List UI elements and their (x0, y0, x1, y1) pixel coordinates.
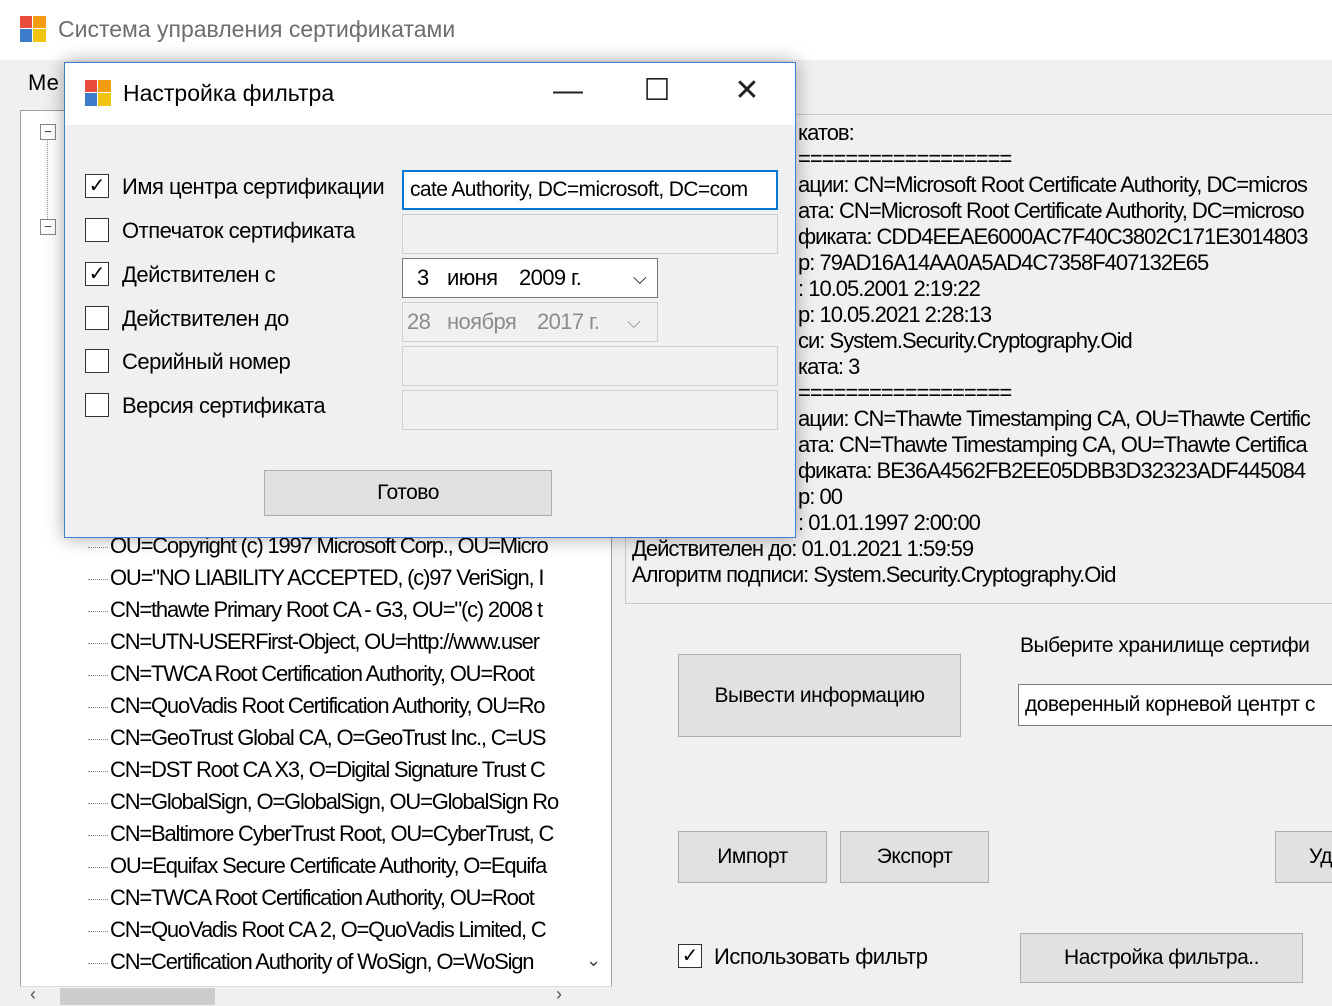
tree-item[interactable]: OU="NO LIABILITY ACCEPTED, (c)97 VeriSig… (88, 562, 544, 594)
info-line: : 10.05.2001 2:19:22 (798, 276, 981, 301)
use-filter-checkbox[interactable]: ✓ (678, 944, 702, 968)
info-line: ации: CN=Microsoft Root Certificate Auth… (798, 172, 1308, 197)
close-icon[interactable]: ✕ (727, 76, 767, 106)
info-line: фиката: CDD4EEAE6000AC7F40C3802C171E3014… (798, 224, 1309, 249)
dialog-title: Настройка фильтра (123, 80, 335, 106)
serial-label: Серийный номер (122, 349, 291, 374)
info-line: : 01.01.1997 2:00:00 (798, 510, 981, 535)
store-label: Выберите хранилище сертифи (1020, 634, 1310, 657)
tree-item[interactable]: CN=thawte Primary Root CA - G3, OU="(c) … (88, 594, 543, 626)
menu-item-main[interactable]: Ме (28, 70, 59, 96)
tree-item[interactable]: CN=TWCA Root Certification Authority, OU… (88, 658, 535, 690)
version-checkbox[interactable] (85, 393, 109, 417)
scroll-left-icon[interactable]: ‹ (30, 984, 36, 1005)
filter-settings-button[interactable]: Настройка фильтра.. (1020, 933, 1303, 983)
valid-to-checkbox[interactable] (85, 306, 109, 330)
tree-item[interactable]: CN=QuoVadis Root Certification Authority… (88, 690, 546, 722)
store-select[interactable]: доверенный корневой центрт с (1018, 684, 1332, 726)
valid-to-date-picker[interactable]: 28 ноября 2017 г. ⌵ (402, 302, 658, 342)
info-line: р: 79AD16A14AA0A5AD4C7358F407132E65 (798, 250, 1209, 275)
scroll-down-icon[interactable]: ⌄ (586, 950, 601, 971)
tree-item[interactable]: CN=GeoTrust Global CA, O=GeoTrust Inc., … (88, 722, 546, 754)
done-button[interactable]: Готово (264, 470, 552, 516)
maximize-icon[interactable]: ☐ (637, 76, 677, 106)
version-input[interactable] (402, 390, 778, 430)
tree-item[interactable]: CN=TWCA Root Certification Authority, OU… (88, 882, 535, 914)
tree-item[interactable]: CN=Certification Authority of WoSign, O=… (88, 946, 535, 978)
tree-item[interactable]: OU=Equifax Secure Certificate Authority,… (88, 850, 547, 882)
valid-from-label: Действителен с (122, 262, 276, 287)
info-line: ации: CN=Thawte Timestamping CA, OU=Thaw… (798, 406, 1311, 431)
filter-dialog (64, 62, 796, 538)
date-day: 28 (407, 309, 431, 334)
info-line: ката: 3 (798, 354, 860, 379)
tree-item[interactable]: CN=UTN-USERFirst-Object, OU=http://www.u… (88, 626, 540, 658)
info-line: ================== (798, 146, 1012, 171)
version-label: Версия сертификата (122, 393, 326, 418)
import-button[interactable]: Импорт (678, 831, 827, 883)
valid-from-checkbox[interactable]: ✓ (85, 262, 109, 286)
chevron-down-icon[interactable]: ⌵ (627, 312, 641, 333)
info-line: р: 10.05.2021 2:28:13 (798, 302, 992, 327)
scroll-right-icon[interactable]: › (556, 984, 562, 1005)
valid-to-label: Действителен до (122, 306, 289, 331)
dialog-app-icon (85, 80, 111, 106)
ca-name-label: Имя центра сертификации (122, 174, 385, 199)
serial-input[interactable] (402, 346, 778, 386)
date-day: 3 (417, 265, 429, 290)
info-line: ата: CN=Thawte Timestamping CA, OU=Thawt… (798, 432, 1308, 457)
info-line: р: 00 (798, 484, 843, 509)
info-line: си: System.Security.Cryptography.Oid (798, 328, 1133, 353)
tree-collapse-icon[interactable]: − (40, 219, 56, 235)
export-button[interactable]: Экспорт (840, 831, 989, 883)
chevron-down-icon[interactable]: ⌵ (633, 268, 647, 289)
delete-button[interactable]: Уд (1275, 831, 1332, 883)
tree-item[interactable]: CN=DST Root CA X3, O=Digital Signature T… (88, 754, 546, 786)
tree-connector (47, 139, 49, 219)
thumbprint-label: Отпечаток сертификата (122, 218, 355, 243)
tree-clip (578, 530, 610, 980)
scrollbar-thumb[interactable] (60, 988, 215, 1005)
serial-checkbox[interactable] (85, 349, 109, 373)
date-year: 2009 г. (519, 265, 582, 290)
info-line: Алгоритм подписи: System.Security.Crypto… (632, 562, 1117, 587)
date-year: 2017 г. (537, 309, 600, 334)
show-info-button[interactable]: Вывести информацию (678, 654, 961, 737)
info-line: ================== (798, 380, 1012, 405)
ca-name-checkbox[interactable]: ✓ (85, 174, 109, 198)
minimize-icon[interactable]: — (548, 76, 588, 106)
valid-from-date-picker[interactable]: 3 июня 2009 г. ⌵ (402, 258, 658, 298)
app-icon (20, 16, 46, 42)
tree-item[interactable]: CN=QuoVadis Root CA 2, O=QuoVadis Limite… (88, 914, 547, 946)
use-filter-label: Использовать фильтр (714, 944, 928, 969)
thumbprint-input[interactable] (402, 214, 778, 254)
window-title: Система управления сертификатами (58, 16, 456, 42)
info-line: Действителен до: 01.01.2021 1:59:59 (632, 536, 974, 561)
tree-item[interactable]: CN=GlobalSign, O=GlobalSign, OU=GlobalSi… (88, 786, 559, 818)
ca-name-input[interactable]: cate Authority, DC=microsoft, DC=com (402, 170, 778, 210)
info-line: ата: CN=Microsoft Root Certificate Autho… (798, 198, 1305, 223)
info-line: катов: (798, 120, 855, 145)
thumbprint-checkbox[interactable] (85, 218, 109, 242)
date-month: июня (447, 265, 498, 290)
info-line: фиката: BE36A4562FB2EE05DBB3D32323ADF445… (798, 458, 1306, 483)
date-month: ноября (447, 309, 517, 334)
tree-collapse-icon[interactable]: − (40, 124, 56, 140)
tree-item[interactable]: CN=Baltimore CyberTrust Root, OU=CyberTr… (88, 818, 554, 850)
